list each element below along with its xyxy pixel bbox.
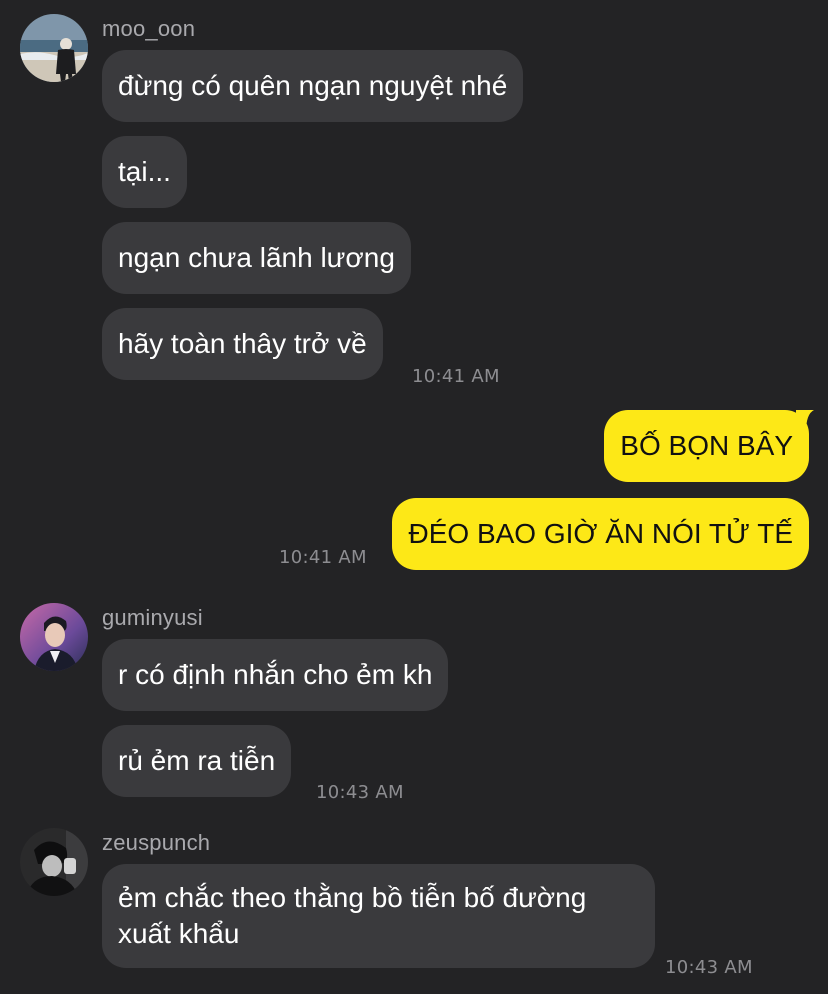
message-bubble[interactable]: tại... [102, 136, 187, 208]
avatar-guminyusi[interactable] [20, 603, 88, 671]
avatar-portrait-dark-icon [20, 828, 88, 896]
chat-thread[interactable]: moo_oon đừng có quên ngạn nguyệt nhé tại… [0, 0, 828, 994]
timestamp: 10:41 AM [279, 547, 367, 568]
message-bubble-outgoing[interactable]: ĐÉO BAO GIỜ ĂN NÓI TỬ TẾ [392, 498, 809, 570]
sender-name: moo_oon [102, 16, 196, 41]
sender-name: zeuspunch [102, 830, 211, 855]
message-bubble-outgoing[interactable]: BỐ BỌN BÂY [604, 410, 809, 482]
message-bubble[interactable]: hãy toàn thây trở về [102, 308, 383, 380]
sender-name: guminyusi [102, 605, 203, 630]
avatar-portrait-icon [20, 603, 88, 671]
message-bubble[interactable]: ẻm chắc theo thằng bồ tiễn bố đường xuất… [102, 864, 655, 968]
message-bubble[interactable]: rủ ẻm ra tiễn [102, 725, 292, 797]
avatar-zeuspunch[interactable] [20, 828, 88, 896]
timestamp: 10:43 AM [316, 782, 404, 803]
message-bubble[interactable]: đừng có quên ngạn nguyệt nhé [102, 50, 524, 122]
timestamp: 10:41 AM [412, 366, 500, 387]
message-bubble[interactable]: r có định nhắn cho ẻm kh [102, 639, 449, 711]
avatar-beach-icon [20, 14, 88, 82]
message-bubble[interactable]: ngạn chưa lãnh lương [102, 222, 411, 294]
bubble-tail-icon [796, 410, 814, 432]
avatar-moo-oon[interactable] [20, 14, 88, 82]
timestamp: 10:43 AM [665, 957, 753, 978]
